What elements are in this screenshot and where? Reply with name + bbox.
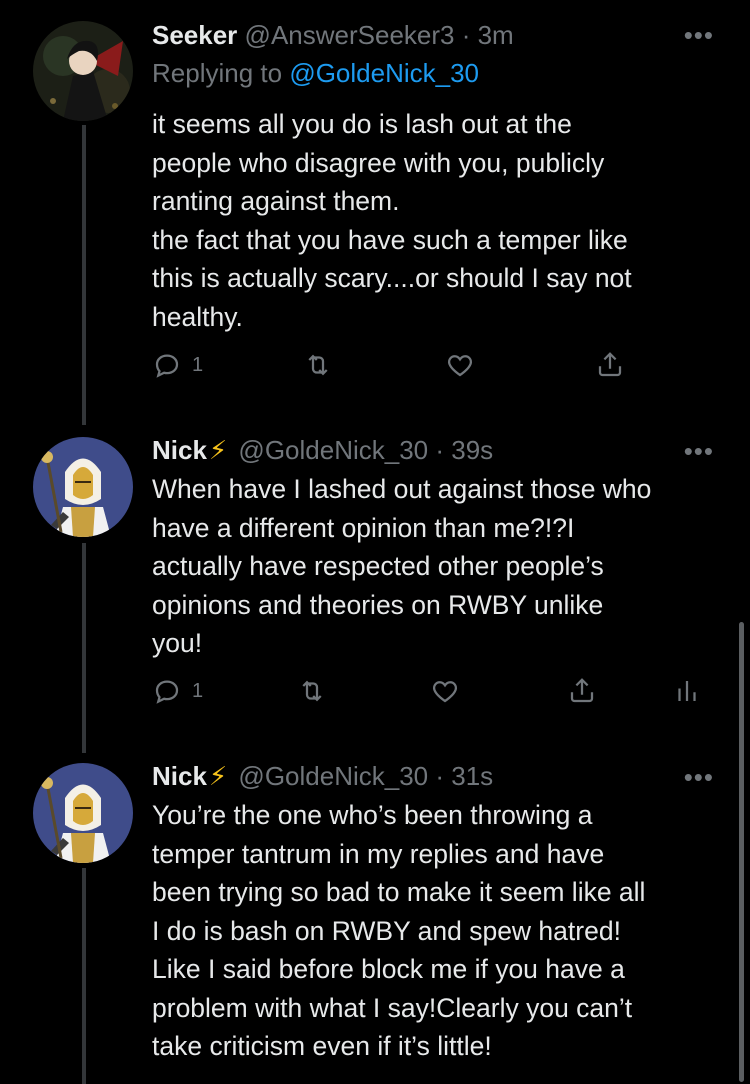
reply-button[interactable]: 1 xyxy=(152,676,203,706)
display-name[interactable]: Seeker xyxy=(152,20,237,50)
tweet-header: Seeker @AnswerSeeker3 · 3m xyxy=(152,19,514,51)
timestamp[interactable]: · 39s xyxy=(435,435,493,465)
handle[interactable]: @AnswerSeeker3 xyxy=(245,20,455,50)
timestamp[interactable]: · 3m xyxy=(462,20,514,50)
action-bar: 1 xyxy=(0,350,750,390)
scrollbar[interactable] xyxy=(739,622,744,1082)
thread-line xyxy=(82,868,86,1084)
tweet-header: Nick⚡ @GoldeNick_30 · 39s xyxy=(152,434,493,466)
reply-button[interactable]: 1 xyxy=(152,350,203,380)
avatar[interactable] xyxy=(33,763,133,863)
replying-to: Replying to @GoldeNick_30 xyxy=(152,58,479,89)
reply-icon xyxy=(155,680,179,704)
more-options-icon[interactable]: ••• xyxy=(684,436,714,467)
replying-to-label: Replying to xyxy=(152,58,283,88)
retweet-icon xyxy=(308,354,328,376)
lightning-bolt-icon: ⚡ xyxy=(208,761,228,791)
display-name[interactable]: Nick xyxy=(152,435,207,465)
avatar[interactable] xyxy=(33,437,133,537)
like-button[interactable] xyxy=(445,350,475,380)
lightning-bolt-icon: ⚡ xyxy=(208,435,228,465)
retweet-icon xyxy=(302,680,322,702)
retweet-button[interactable] xyxy=(303,350,333,380)
tweet-header: Nick⚡ @GoldeNick_30 · 31s xyxy=(152,760,493,792)
reply-count: 1 xyxy=(192,353,204,376)
tweet-text: it seems all you do is lash out at the p… xyxy=(152,109,632,332)
action-bar: 1 xyxy=(0,676,750,716)
reply-count: 1 xyxy=(192,679,204,702)
tweet-text: You’re the one who’s been throwing a tem… xyxy=(152,800,646,1061)
like-icon xyxy=(447,355,473,377)
thread-line xyxy=(82,543,86,753)
display-name[interactable]: Nick xyxy=(152,761,207,791)
share-button[interactable] xyxy=(567,676,597,706)
reply-icon xyxy=(155,354,179,378)
more-options-icon[interactable]: ••• xyxy=(684,762,714,793)
like-button[interactable] xyxy=(430,676,460,706)
handle[interactable]: @GoldeNick_30 xyxy=(238,435,428,465)
timestamp[interactable]: · 31s xyxy=(435,761,493,791)
avatar[interactable] xyxy=(33,21,133,121)
share-icon xyxy=(598,352,622,377)
mention-link[interactable]: @GoldeNick_30 xyxy=(289,58,479,88)
analytics-icon xyxy=(678,681,696,701)
share-button[interactable] xyxy=(595,350,625,380)
analytics-button[interactable] xyxy=(672,676,702,706)
share-icon xyxy=(570,678,594,703)
tweet-text: When have I lashed out against those who… xyxy=(152,474,652,658)
handle[interactable]: @GoldeNick_30 xyxy=(238,761,428,791)
retweet-button[interactable] xyxy=(297,676,327,706)
more-options-icon[interactable]: ••• xyxy=(684,20,714,51)
like-icon xyxy=(432,681,458,703)
